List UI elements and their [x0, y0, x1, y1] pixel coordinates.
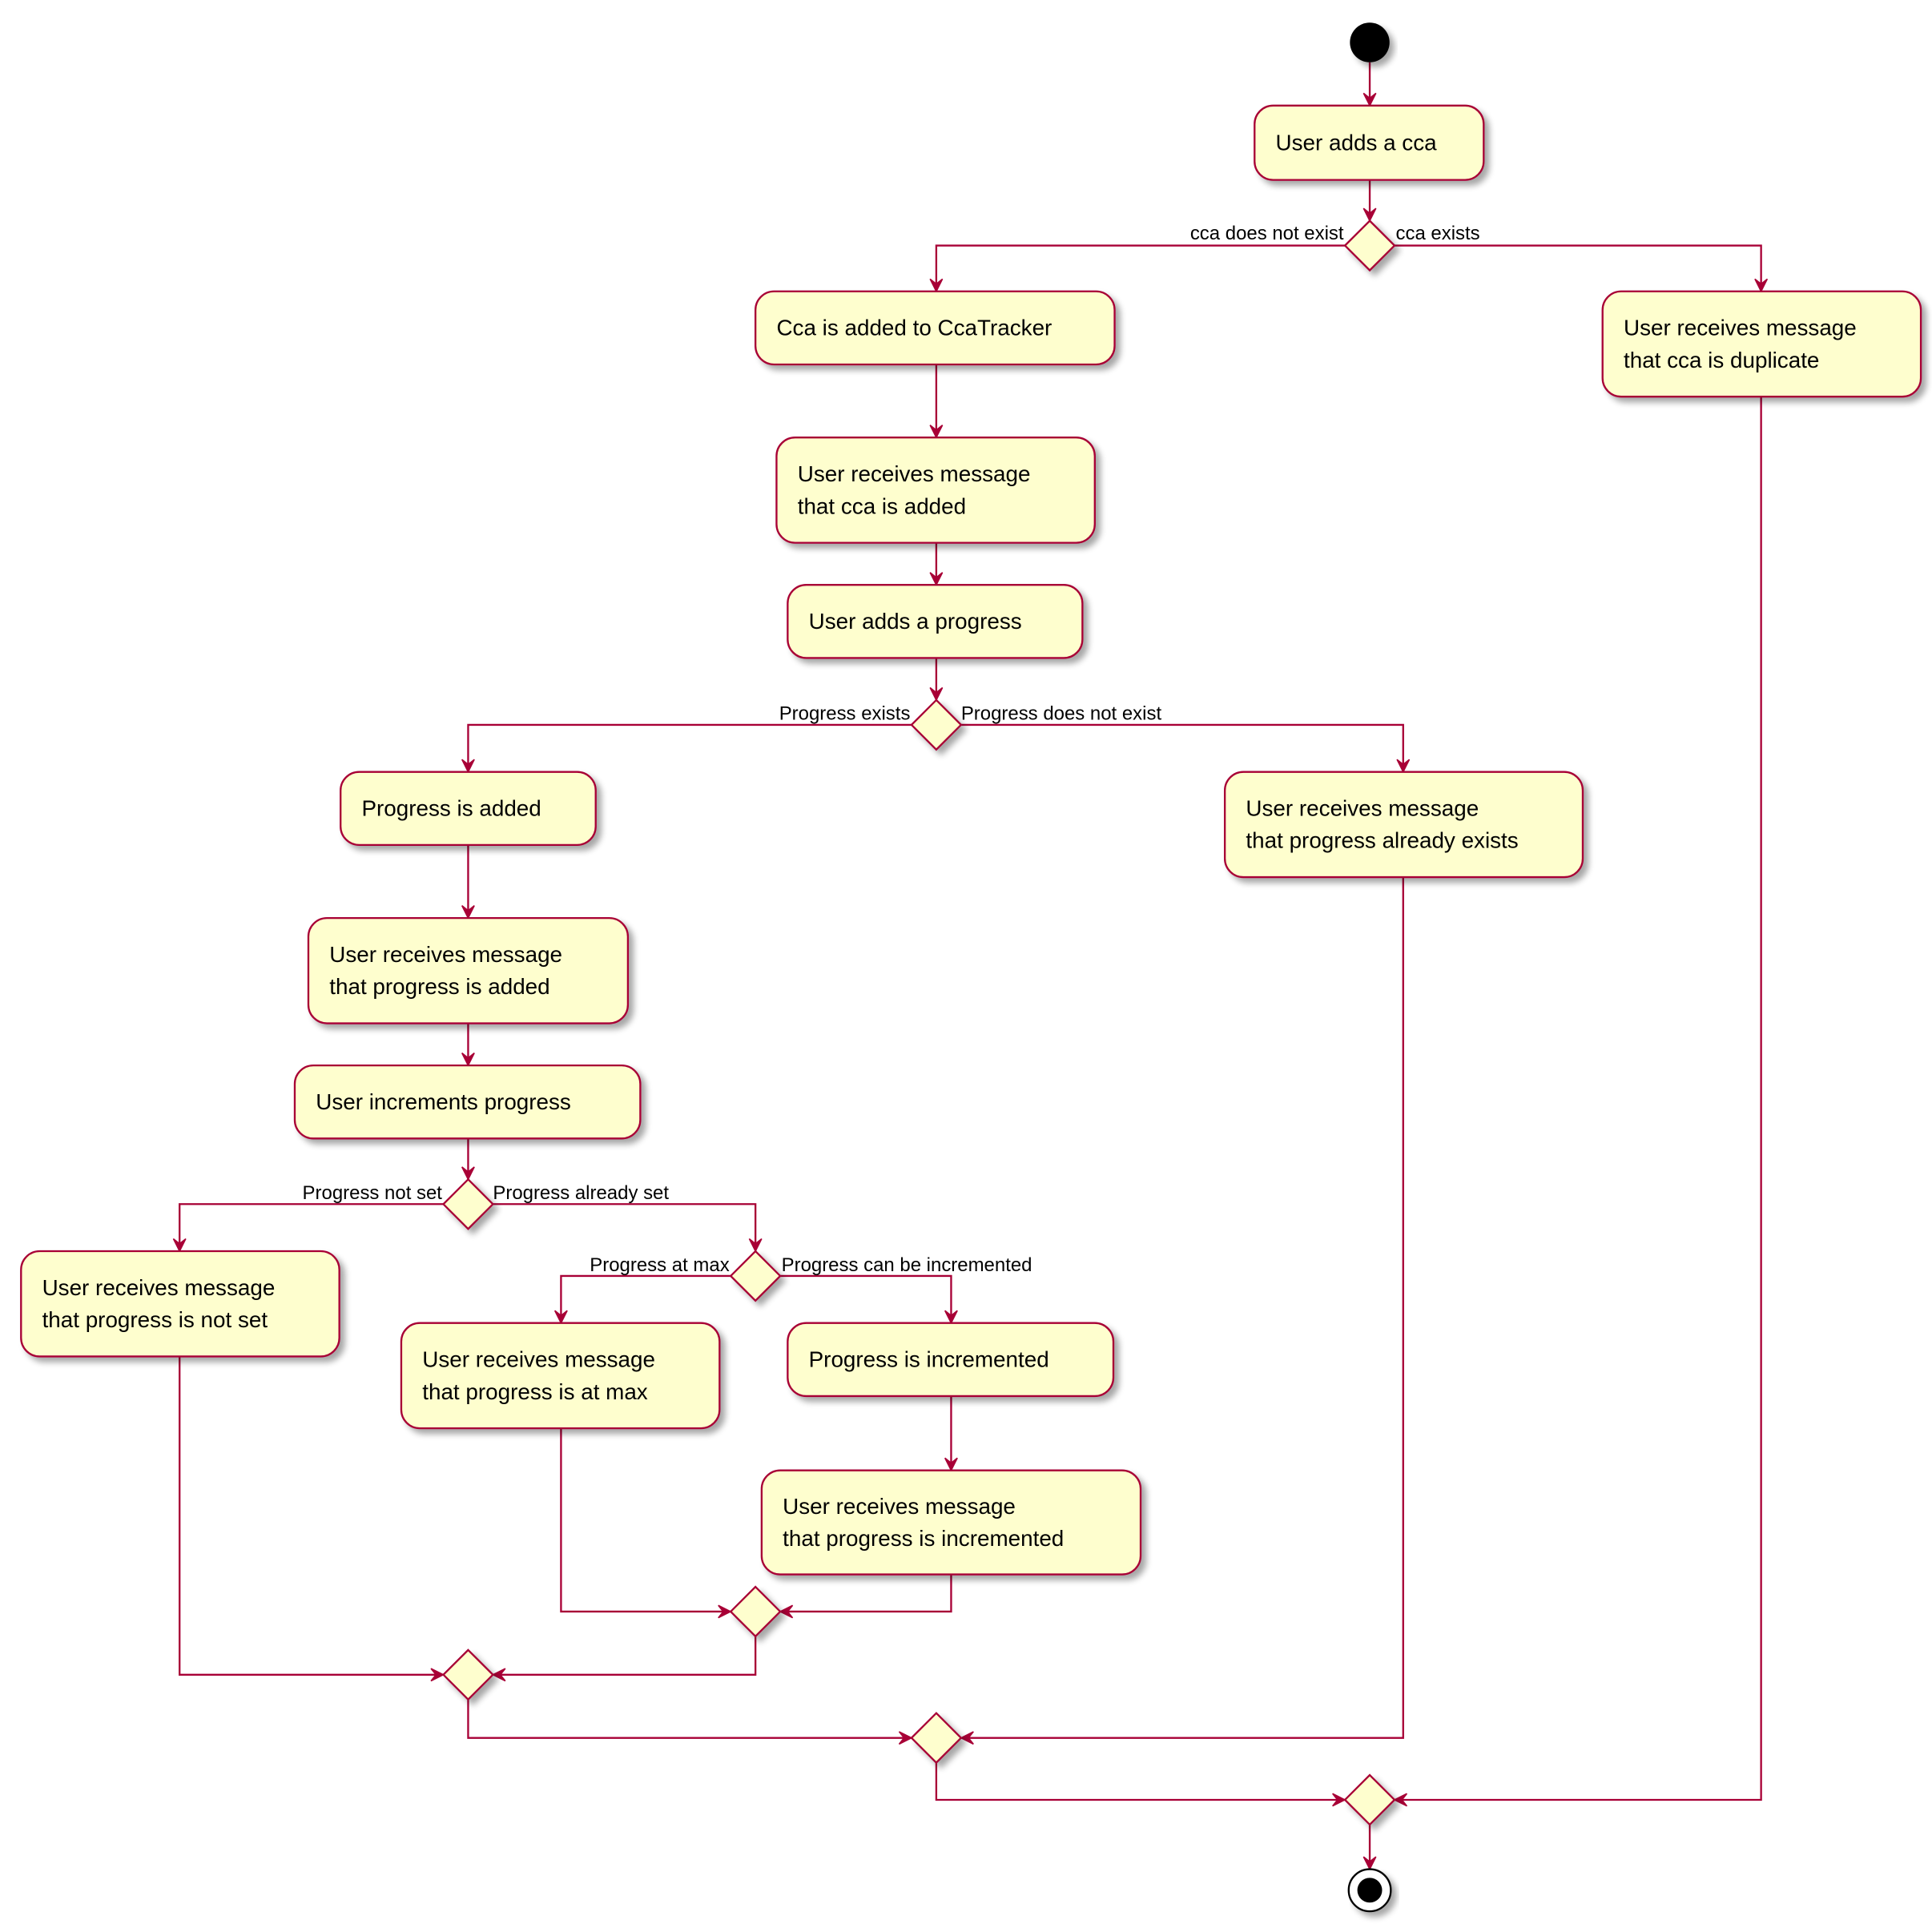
flow-edge [1394, 244, 1769, 293]
flow-edge [929, 364, 944, 439]
action-text: User receives message [798, 461, 1031, 486]
shapes: User adds a cca Cca is added to CcaTracke… [20, 22, 1922, 1913]
decision-progress-max [729, 1250, 782, 1302]
action-progress-incremented-msg: User receives message that progress is i… [760, 1469, 1142, 1576]
action-text: Cca is added to CcaTracker [776, 316, 1052, 340]
action-text: Progress is added [361, 796, 541, 821]
branch-label-progress-at-max: Progress at max [590, 1254, 729, 1276]
action-text: that cca is added [798, 493, 966, 518]
action-text: that progress is added [329, 974, 549, 999]
action-cca-added-msg: User receives message that cca is added [775, 437, 1096, 544]
action-text: User receives message [783, 1494, 1016, 1519]
action-text: that progress is not set [42, 1307, 268, 1332]
flow-edge [1362, 179, 1377, 223]
flow-edge [172, 1203, 444, 1253]
action-progress-exists-msg: User receives message that progress alrea… [1223, 771, 1584, 879]
action-increment-progress: User increments progress [293, 1064, 642, 1140]
branch-label-progress-not-set: Progress not set [303, 1182, 443, 1204]
action-progress-added: Progress is added [340, 771, 597, 847]
action-text: User receives message [329, 942, 562, 967]
action-text: User receives message [422, 1347, 655, 1372]
action-progress-added-msg: User receives message that progress is ad… [307, 916, 630, 1024]
flow-edge [1362, 1824, 1377, 1871]
flow-edge [929, 658, 944, 702]
flow-edge [929, 244, 1346, 293]
action-text: that progress is at max [422, 1379, 648, 1404]
action-progress-not-set-msg: User receives message that progress is no… [20, 1250, 340, 1358]
flow-edge [779, 1574, 952, 1619]
action-text: User adds a cca [1276, 130, 1438, 155]
decision-progress-set [441, 1177, 495, 1230]
branch-label-cca-exists: cca exists [1396, 223, 1480, 244]
flow-edge [461, 844, 475, 920]
action-text: User receives message [1624, 316, 1857, 340]
action-cca-duplicate-msg: User receives message that cca is duplica… [1601, 290, 1922, 398]
branch-label-progress-can-increment: Progress can be incremented [782, 1254, 1032, 1276]
merge-increment [729, 1585, 782, 1638]
action-text: that progress is incremented [783, 1526, 1064, 1551]
flow-edge [929, 542, 944, 586]
action-text: that cca is duplicate [1624, 348, 1819, 372]
action-text: that progress already exists [1246, 828, 1518, 853]
flow-edge [935, 1762, 1346, 1807]
activity-diagram: User adds a cca Cca is added to CcaTracke… [20, 22, 1922, 1913]
action-add-progress: User adds a progress [787, 584, 1084, 659]
action-text: User receives message [42, 1275, 276, 1300]
flow-edge [553, 1274, 731, 1325]
decision-progress-exists [910, 698, 963, 751]
action-text: User adds a progress [809, 609, 1022, 634]
flow-edge [461, 1023, 475, 1067]
merge-progress-set [441, 1648, 495, 1701]
flow-edge [493, 1203, 763, 1253]
flow-edge [560, 1428, 732, 1619]
action-add-cca: User adds a cca [1254, 104, 1485, 181]
action-text: User increments progress [316, 1089, 571, 1114]
flow-edge [960, 877, 1404, 1745]
action-text: Progress is incremented [809, 1347, 1049, 1372]
action-text: User receives message [1246, 796, 1479, 821]
end-node [1347, 1868, 1392, 1913]
flow-edge [461, 723, 912, 774]
flow-edge [461, 1138, 475, 1181]
flow-edge [467, 1699, 913, 1745]
flow-edge [491, 1636, 757, 1682]
start-node [1350, 22, 1390, 62]
branch-label-progress-already-set: Progress already set [493, 1182, 669, 1204]
flow-edge [944, 1395, 958, 1472]
action-progress-at-max-msg: User receives message that progress is at… [400, 1322, 721, 1430]
flow-edge [1362, 62, 1377, 107]
action-progress-incremented: Progress is incremented [787, 1322, 1115, 1398]
branch-label-cca-not-exist: cca does not exist [1190, 223, 1344, 244]
merge-cca [1343, 1773, 1396, 1826]
merge-progress [910, 1712, 963, 1765]
flow-edge [780, 1274, 958, 1325]
branch-label-progress-exists: Progress exists [779, 703, 911, 725]
action-cca-added-tracker: Cca is added to CcaTracker [754, 290, 1116, 366]
decision-cca-exists [1343, 219, 1396, 272]
branch-label-progress-not-exist: Progress does not exist [961, 703, 1162, 725]
flow-edge [960, 723, 1411, 774]
flow-edge [1393, 396, 1762, 1807]
